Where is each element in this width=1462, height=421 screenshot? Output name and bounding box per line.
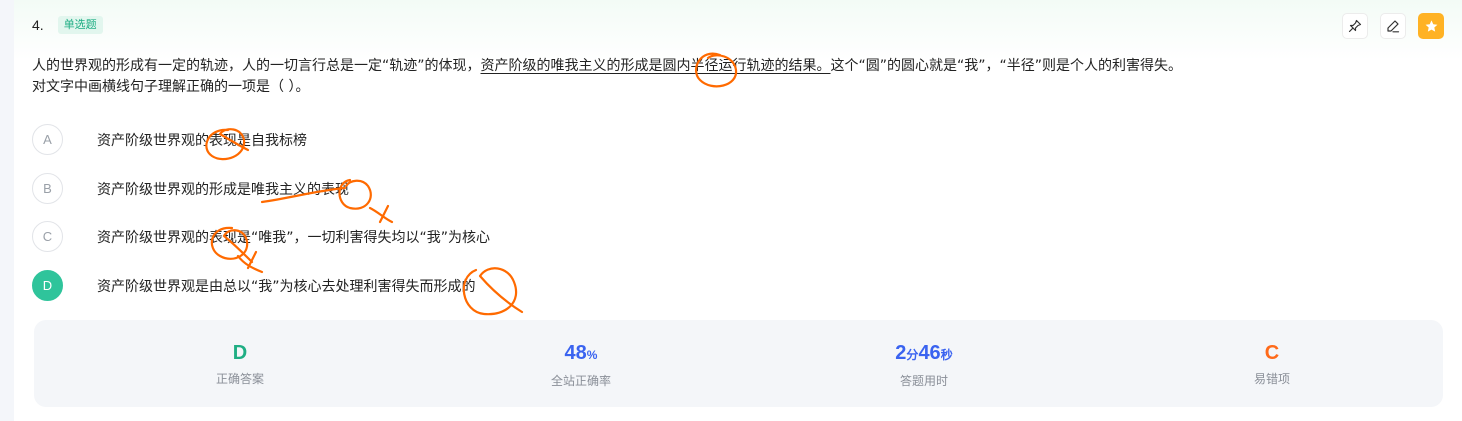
option-text: 资产阶级世界观的表现是自我标榜 <box>97 132 307 149</box>
left-strip <box>0 0 14 421</box>
accuracy-unit: % <box>586 348 598 362</box>
stem-underlined-sentence: 资产阶级的唯我主义的形成是圆内半径运行轨迹的结果。 <box>480 58 831 74</box>
option-text: 资产阶级世界观的表现是“唯我”，一切利害得失均以“我”为核心 <box>97 229 491 246</box>
time-minutes-unit: 分 <box>906 348 919 362</box>
option-c[interactable]: C 资产阶级世界观的表现是“唯我”，一切利害得失均以“我”为核心 <box>32 221 932 252</box>
question-card: 4. 单选题 人的世界观的形成有一定的轨迹，人的一切言行总是一定“轨迹”的体现，… <box>14 0 1462 421</box>
stem-text-1: 人的世界观的形成有一定的轨迹，人的一切言行总是一定“轨迹”的体现， <box>32 58 481 74</box>
stat-correct-answer: D 正确答案 <box>160 342 320 387</box>
correct-answer-value: D <box>232 342 248 364</box>
correct-answer-label: 正确答案 <box>215 372 264 386</box>
stem-line-2: 对文字中画横线句子理解正确的一项是（ ）。 <box>32 79 310 95</box>
question-number: 4. <box>32 17 44 33</box>
stat-accuracy: 48% 全站正确率 <box>501 342 661 389</box>
favorite-button[interactable] <box>1418 13 1444 39</box>
time-seconds-unit: 秒 <box>940 348 953 362</box>
option-b[interactable]: B 资产阶级世界观的形成是唯我主义的表现 <box>32 173 932 204</box>
time-seconds: 46 <box>918 342 941 364</box>
common-wrong-value: C <box>1264 342 1280 364</box>
time-minutes: 2 <box>895 342 907 364</box>
star-icon <box>1425 19 1437 32</box>
stem-text-2: 这个“圆”的圆心就是“我”，“半径”则是个人的利害得失。 <box>830 58 1183 74</box>
option-letter: B <box>32 173 63 204</box>
question-type-badge: 单选题 <box>57 16 103 34</box>
question-actions <box>1342 13 1444 39</box>
time-label: 答题用时 <box>899 374 948 388</box>
common-wrong-label: 易错项 <box>1253 372 1290 386</box>
option-a[interactable]: A 资产阶级世界观的表现是自我标榜 <box>32 124 932 155</box>
answer-stats-panel: D 正确答案 48% 全站正确率 2分46秒 答题用时 C 易错项 <box>34 320 1443 407</box>
edit-icon <box>1387 20 1400 33</box>
option-d[interactable]: D 资产阶级世界观是由总以“我”为核心去处理利害得失而形成的 <box>32 270 932 301</box>
question-header: 4. 单选题 <box>32 14 103 36</box>
stat-time: 2分46秒 答题用时 <box>844 342 1004 389</box>
pin-icon <box>1348 19 1362 33</box>
option-text: 资产阶级世界观是由总以“我”为核心去处理利害得失而形成的 <box>97 278 476 295</box>
edit-button[interactable] <box>1380 13 1406 39</box>
pin-button[interactable] <box>1342 13 1368 39</box>
stat-common-wrong: C 易错项 <box>1192 342 1352 387</box>
accuracy-number: 48 <box>564 342 587 364</box>
option-text: 资产阶级世界观的形成是唯我主义的表现 <box>97 181 349 198</box>
accuracy-value: 48% <box>501 342 661 366</box>
question-stem: 人的世界观的形成有一定的轨迹，人的一切言行总是一定“轨迹”的体现，资产阶级的唯我… <box>32 56 1432 98</box>
option-letter: D <box>32 270 63 301</box>
option-letter: A <box>32 124 63 155</box>
time-value: 2分46秒 <box>844 342 1004 366</box>
stem-line-1: 人的世界观的形成有一定的轨迹，人的一切言行总是一定“轨迹”的体现，资产阶级的唯我… <box>32 56 1432 77</box>
option-letter: C <box>32 221 63 252</box>
accuracy-label: 全站正确率 <box>550 374 611 388</box>
